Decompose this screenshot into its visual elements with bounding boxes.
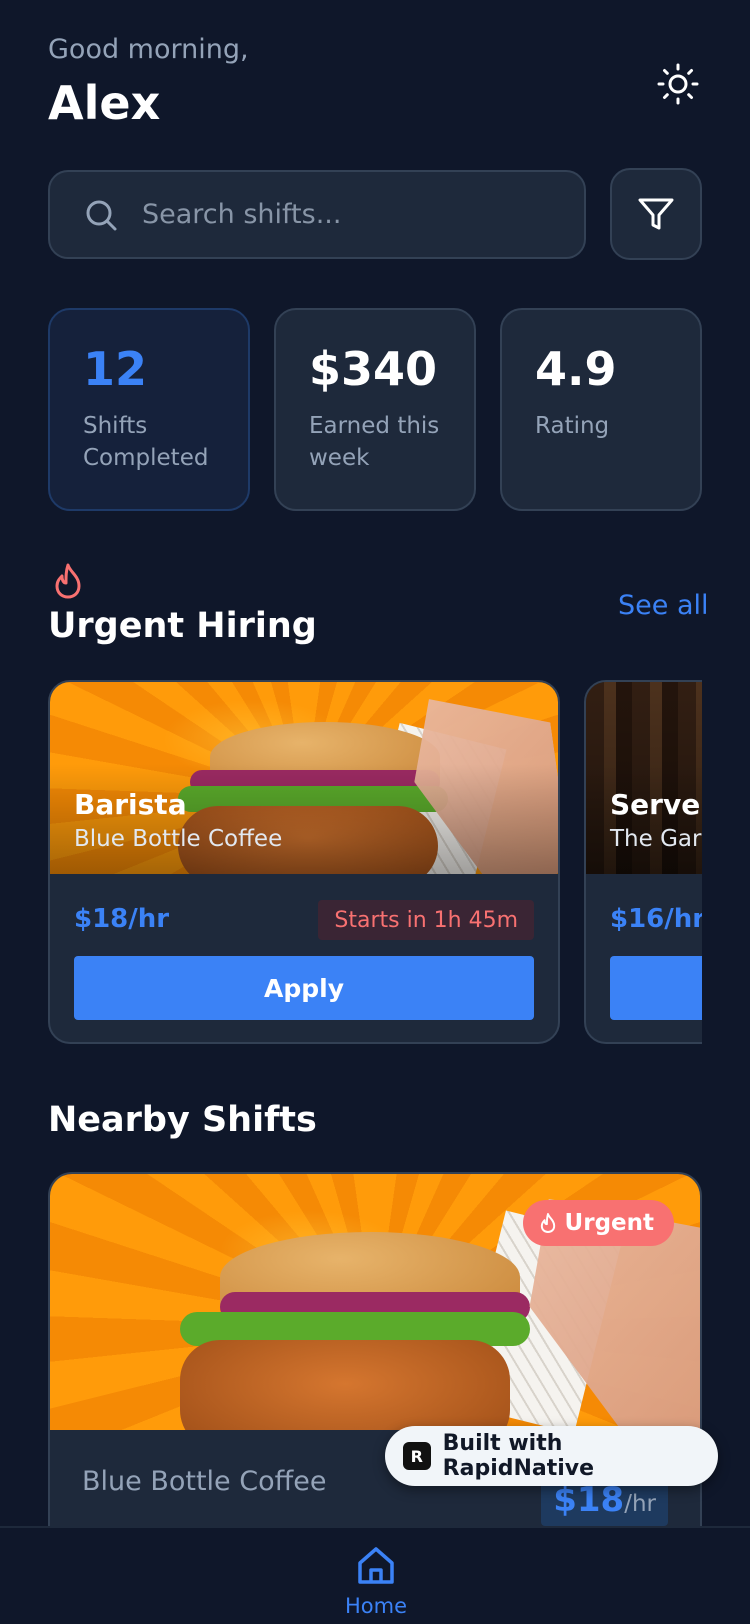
stat-shifts-completed: 12 Shifts Completed [48,308,250,511]
built-with-label: Built with RapidNative [442,1431,595,1481]
stat-value: $340 [309,342,438,396]
tab-home-label: Home [344,1594,407,1618]
search-placeholder: Search shifts... [142,199,342,230]
filter-button[interactable] [610,168,702,260]
urgent-badge: Urgent [522,1200,674,1246]
nearby-shifts-title: Nearby Shifts [48,1100,317,1140]
stat-rating: 4.9 Rating [500,308,702,511]
shift-card[interactable]: Server The Gar $16/hr [584,680,702,1044]
urgent-hiring-title: Urgent Hiring [48,606,317,646]
stat-label: Shifts Completed [83,413,209,471]
user-name: Alex [48,76,161,130]
see-all-link[interactable]: See all [618,590,709,621]
shift-rate: $18/hr [74,904,170,934]
sun-icon [657,63,699,105]
search-icon [86,200,117,230]
stat-label: Earned this week [309,413,440,471]
rapidnative-logo-icon: R [403,1442,431,1470]
shift-business: Blue Bottle Coffee [74,826,283,852]
built-with-badge[interactable]: R Built with RapidNative [385,1426,718,1486]
start-time-badge: Starts in 1h 45m [318,900,534,940]
shift-business: The Gar [610,826,702,852]
shift-business: Blue Bottle Coffee [82,1466,327,1497]
shift-role: Barista [74,788,187,821]
greeting-text: Good morning, [48,34,249,65]
apply-button[interactable]: Apply [74,956,534,1020]
tab-home[interactable]: Home [336,1544,416,1618]
stat-earned-week: $340 Earned this week [274,308,476,511]
stat-value: 12 [83,342,148,396]
flame-icon [540,1213,555,1233]
stat-label: Rating [535,413,610,439]
shift-image: Urgent [50,1174,700,1430]
urgent-carousel[interactable]: Barista Blue Bottle Coffee $18/hr Starts… [48,680,702,1044]
rate-unit: /hr [624,1491,656,1517]
apply-button[interactable] [610,956,702,1020]
search-input[interactable]: Search shifts... [48,170,586,259]
shift-card[interactable]: Barista Blue Bottle Coffee $18/hr Starts… [48,680,560,1044]
urgent-badge-label: Urgent [564,1210,654,1236]
home-icon [358,1547,394,1584]
flame-icon [55,563,81,599]
shift-role: Server [610,788,702,821]
shift-rate: $16/hr [610,904,702,934]
stat-value: 4.9 [535,342,617,396]
filter-icon [638,198,674,230]
theme-toggle-button[interactable] [652,58,704,110]
